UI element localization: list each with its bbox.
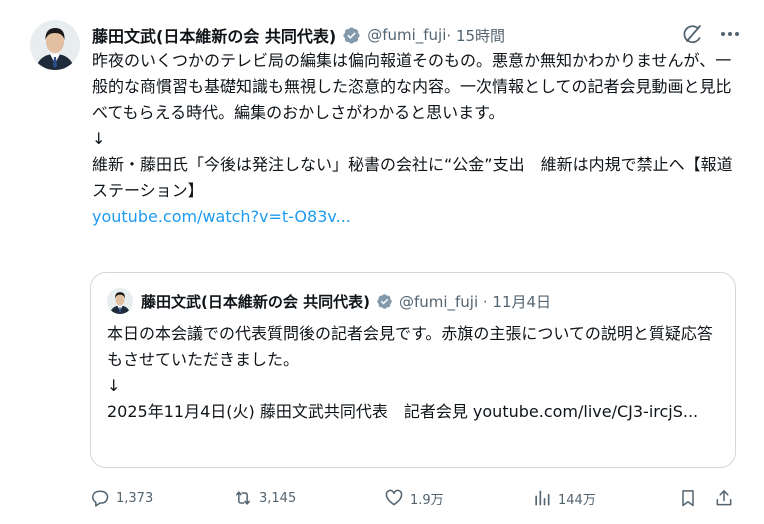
verified-badge-icon [342,26,361,45]
quoted-paragraph: 本日の本会議での代表質問後の記者会見です。赤旗の主張についての説明と質疑応答もさ… [107,324,713,369]
quoted-post-text: 本日の本会議での代表質問後の記者会見です。赤旗の主張についての説明と質疑応答もさ… [107,321,727,425]
share-button[interactable] [714,484,734,512]
share-icon [716,490,732,506]
post-link[interactable]: youtube.com/watch?v=t-O83v... [92,207,351,226]
post-paragraph: ↓ [92,129,106,148]
like-count: 1.9万 [410,492,444,508]
quoted-post[interactable]: 藤田文武(日本維新の会 共同代表) @fumi_fuji · 11月4日 本日の… [90,272,736,468]
reply-button[interactable]: 1,373 [90,484,153,512]
views-count: 144万 [558,492,596,508]
heart-icon [385,489,403,506]
author-avatar[interactable] [30,20,80,70]
author-handle[interactable]: @fumi_fuji [367,26,446,44]
repost-button[interactable]: 3,145 [233,484,296,512]
repost-icon [236,491,250,505]
more-options-icon[interactable] [718,22,742,46]
post-text: 昨夜のいくつかのテレビ局の編集は偏向報道そのもの。悪意か無知かわかりませんが、一… [92,48,740,230]
tweet[interactable]: 藤田文武(日本維新の会 共同代表) @fumi_fuji · 15時間 昨夜のい… [0,0,764,524]
repost-count: 3,145 [259,490,297,506]
quoted-paragraph: ↓ [107,376,121,395]
verified-badge-icon [376,293,393,310]
reply-icon [91,490,109,507]
quoted-author-handle: @fumi_fuji · 11月4日 [398,292,552,311]
quoted-paragraph: 2025年11月4日(火) 藤田文武共同代表 記者会見 youtube.com/… [107,402,699,421]
bookmark-icon [682,490,694,507]
quoted-post-header: 藤田文武(日本維新の会 共同代表) @fumi_fuji · 11月4日 [141,290,551,312]
views-button[interactable]: 144万 [532,484,596,512]
reply-count: 1,373 [116,490,154,506]
bookmark-button[interactable] [678,484,698,512]
post-time[interactable]: · 15時間 [446,25,505,46]
post-header: 藤田文武(日本維新の会 共同代表) @fumi_fuji · 15時間 [92,22,505,48]
views-chart-icon [535,490,550,506]
author-name[interactable]: 藤田文武(日本維新の会 共同代表) [92,23,336,47]
post-paragraph: 昨夜のいくつかのテレビ局の編集は偏向報道そのもの。悪意か無知かわかりませんが、一… [92,51,732,122]
post-paragraph: 維新・藤田氏「今後は発注しない」秘書の会社に“公金”支出 維新は内規で禁止へ【報… [92,155,733,200]
avatar-photo-icon [30,20,80,70]
avatar-photo-icon [107,288,133,314]
quoted-author-name: 藤田文武(日本維新の会 共同代表) [141,292,370,311]
action-bar: 1,373 3,145 1.9万 144万 [90,484,750,512]
grok-icon[interactable] [680,22,704,46]
quoted-author-avatar[interactable] [107,288,133,314]
like-button[interactable]: 1.9万 [384,484,444,512]
